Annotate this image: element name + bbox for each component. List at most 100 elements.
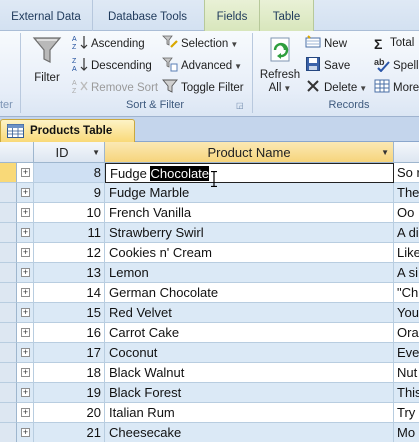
products-table-tab[interactable]: Products Table [0, 119, 135, 142]
description-cell[interactable]: This [394, 383, 419, 403]
expand-plus-icon[interactable]: + [21, 308, 30, 317]
table-row[interactable]: +19Black ForestThis [0, 383, 419, 403]
description-cell[interactable]: So r [394, 163, 419, 183]
expand-plus-icon[interactable]: + [21, 208, 30, 217]
id-cell[interactable]: 16 [34, 323, 105, 343]
expand-plus-icon[interactable]: + [21, 368, 30, 377]
tab-table[interactable]: Table [260, 0, 314, 31]
product-name-cell[interactable]: Black Walnut [105, 363, 394, 383]
column-header-description[interactable] [394, 142, 419, 163]
chevron-down-icon[interactable]: ▼ [381, 142, 389, 163]
product-name-edit-cell[interactable]: Fudge Chocolate [105, 163, 394, 183]
id-cell[interactable]: 18 [34, 363, 105, 383]
id-cell[interactable]: 10 [34, 203, 105, 223]
expand-plus-icon[interactable]: + [21, 348, 30, 357]
description-cell[interactable]: A si [394, 263, 419, 283]
id-cell[interactable]: 13 [34, 263, 105, 283]
product-name-cell[interactable]: Carrot Cake [105, 323, 394, 343]
id-cell[interactable]: 19 [34, 383, 105, 403]
id-cell[interactable]: 12 [34, 243, 105, 263]
expand-cell[interactable]: + [17, 243, 34, 263]
expand-plus-icon[interactable]: + [21, 268, 30, 277]
description-cell[interactable]: Nut [394, 363, 419, 383]
expand-cell[interactable]: + [17, 263, 34, 283]
record-selector[interactable] [0, 303, 17, 323]
record-selector[interactable] [0, 243, 17, 263]
table-row[interactable]: +11 Strawberry Swirl A di [0, 223, 419, 243]
tab-fields[interactable]: Fields [204, 0, 260, 31]
advanced-button[interactable]: Advanced ▼ [162, 56, 242, 74]
descending-button[interactable]: ZA Descending [72, 56, 152, 74]
id-cell[interactable]: 21 [34, 423, 105, 442]
id-cell[interactable]: 8 [34, 163, 105, 183]
expand-cell[interactable]: + [17, 383, 34, 403]
record-selector[interactable] [0, 163, 17, 183]
ascending-button[interactable]: AZ Ascending [72, 34, 145, 52]
expand-cell[interactable]: + [17, 163, 34, 183]
table-row[interactable]: +17 Coconut Eve [0, 343, 419, 363]
table-row[interactable]: +12 Cookies n' Cream Like [0, 243, 419, 263]
description-cell[interactable]: The [394, 183, 419, 203]
column-header-id[interactable]: ID ▼ [34, 142, 105, 163]
record-selector[interactable] [0, 283, 17, 303]
product-name-cell[interactable]: Lemon [105, 263, 394, 283]
record-selector[interactable] [0, 183, 17, 203]
description-cell[interactable]: Try [394, 403, 419, 423]
expand-cell[interactable]: + [17, 423, 34, 442]
record-selector[interactable] [0, 343, 17, 363]
description-cell[interactable]: Like [394, 243, 419, 263]
expand-plus-icon[interactable]: + [21, 388, 30, 397]
product-name-cell[interactable]: Cheesecake [105, 423, 394, 442]
delete-record-button[interactable]: Delete ▼ [305, 78, 367, 96]
expand-cell[interactable]: + [17, 323, 34, 343]
product-name-cell[interactable]: Coconut [105, 343, 394, 363]
record-selector[interactable] [0, 403, 17, 423]
record-selector[interactable] [0, 423, 17, 442]
product-name-cell[interactable]: Cookies n' Cream [105, 243, 394, 263]
expand-cell[interactable]: + [17, 363, 34, 383]
id-cell[interactable]: 11 [34, 223, 105, 243]
description-cell[interactable]: "Ch [394, 283, 419, 303]
expand-cell[interactable]: + [17, 303, 34, 323]
id-cell[interactable]: 20 [34, 403, 105, 423]
table-row[interactable]: +14 German Chocolate "Ch [0, 283, 419, 303]
product-name-cell[interactable]: Black Forest [105, 383, 394, 403]
record-selector[interactable] [0, 363, 17, 383]
expand-plus-icon[interactable]: + [21, 328, 30, 337]
product-name-cell[interactable]: Strawberry Swirl [105, 223, 394, 243]
description-cell[interactable]: You [394, 303, 419, 323]
dialog-launcher-icon[interactable]: ◲ [236, 101, 244, 110]
description-cell[interactable]: Mo [394, 423, 419, 442]
expand-cell[interactable]: + [17, 183, 34, 203]
description-cell[interactable]: A di [394, 223, 419, 243]
table-row[interactable]: +16 Carrot Cake Ora [0, 323, 419, 343]
expand-cell[interactable]: + [17, 403, 34, 423]
spelling-button[interactable]: ab Spell [374, 56, 419, 74]
new-record-button[interactable]: New [305, 34, 347, 52]
table-row[interactable]: +10 French Vanilla Oo [0, 203, 419, 223]
tab-external-data[interactable]: External Data [0, 0, 92, 31]
expand-plus-icon[interactable]: + [21, 228, 30, 237]
record-selector[interactable] [0, 203, 17, 223]
expand-plus-icon[interactable]: + [21, 408, 30, 417]
description-cell[interactable]: Eve [394, 343, 419, 363]
expand-plus-icon[interactable]: + [21, 248, 30, 257]
expand-cell[interactable]: + [17, 223, 34, 243]
save-record-button[interactable]: Save [305, 56, 350, 74]
expand-plus-icon[interactable]: + [21, 188, 30, 197]
product-name-cell[interactable]: Fudge Marble [105, 183, 394, 203]
more-button[interactable]: More [374, 78, 419, 96]
select-all-corner[interactable] [0, 142, 34, 163]
description-cell[interactable]: Ora [394, 323, 419, 343]
id-cell[interactable]: 9 [34, 183, 105, 203]
toggle-filter-button[interactable]: Toggle Filter [162, 78, 244, 96]
record-selector[interactable] [0, 383, 17, 403]
id-cell[interactable]: 17 [34, 343, 105, 363]
product-name-cell[interactable]: Red Velvet [105, 303, 394, 323]
remove-sort-button[interactable]: AZ Remove Sort [72, 78, 158, 96]
record-selector[interactable] [0, 263, 17, 283]
expand-plus-icon[interactable]: + [21, 288, 30, 297]
product-name-cell[interactable]: French Vanilla [105, 203, 394, 223]
totals-button[interactable]: Σ Total [374, 34, 414, 52]
filter-button[interactable]: Filter [27, 35, 67, 85]
